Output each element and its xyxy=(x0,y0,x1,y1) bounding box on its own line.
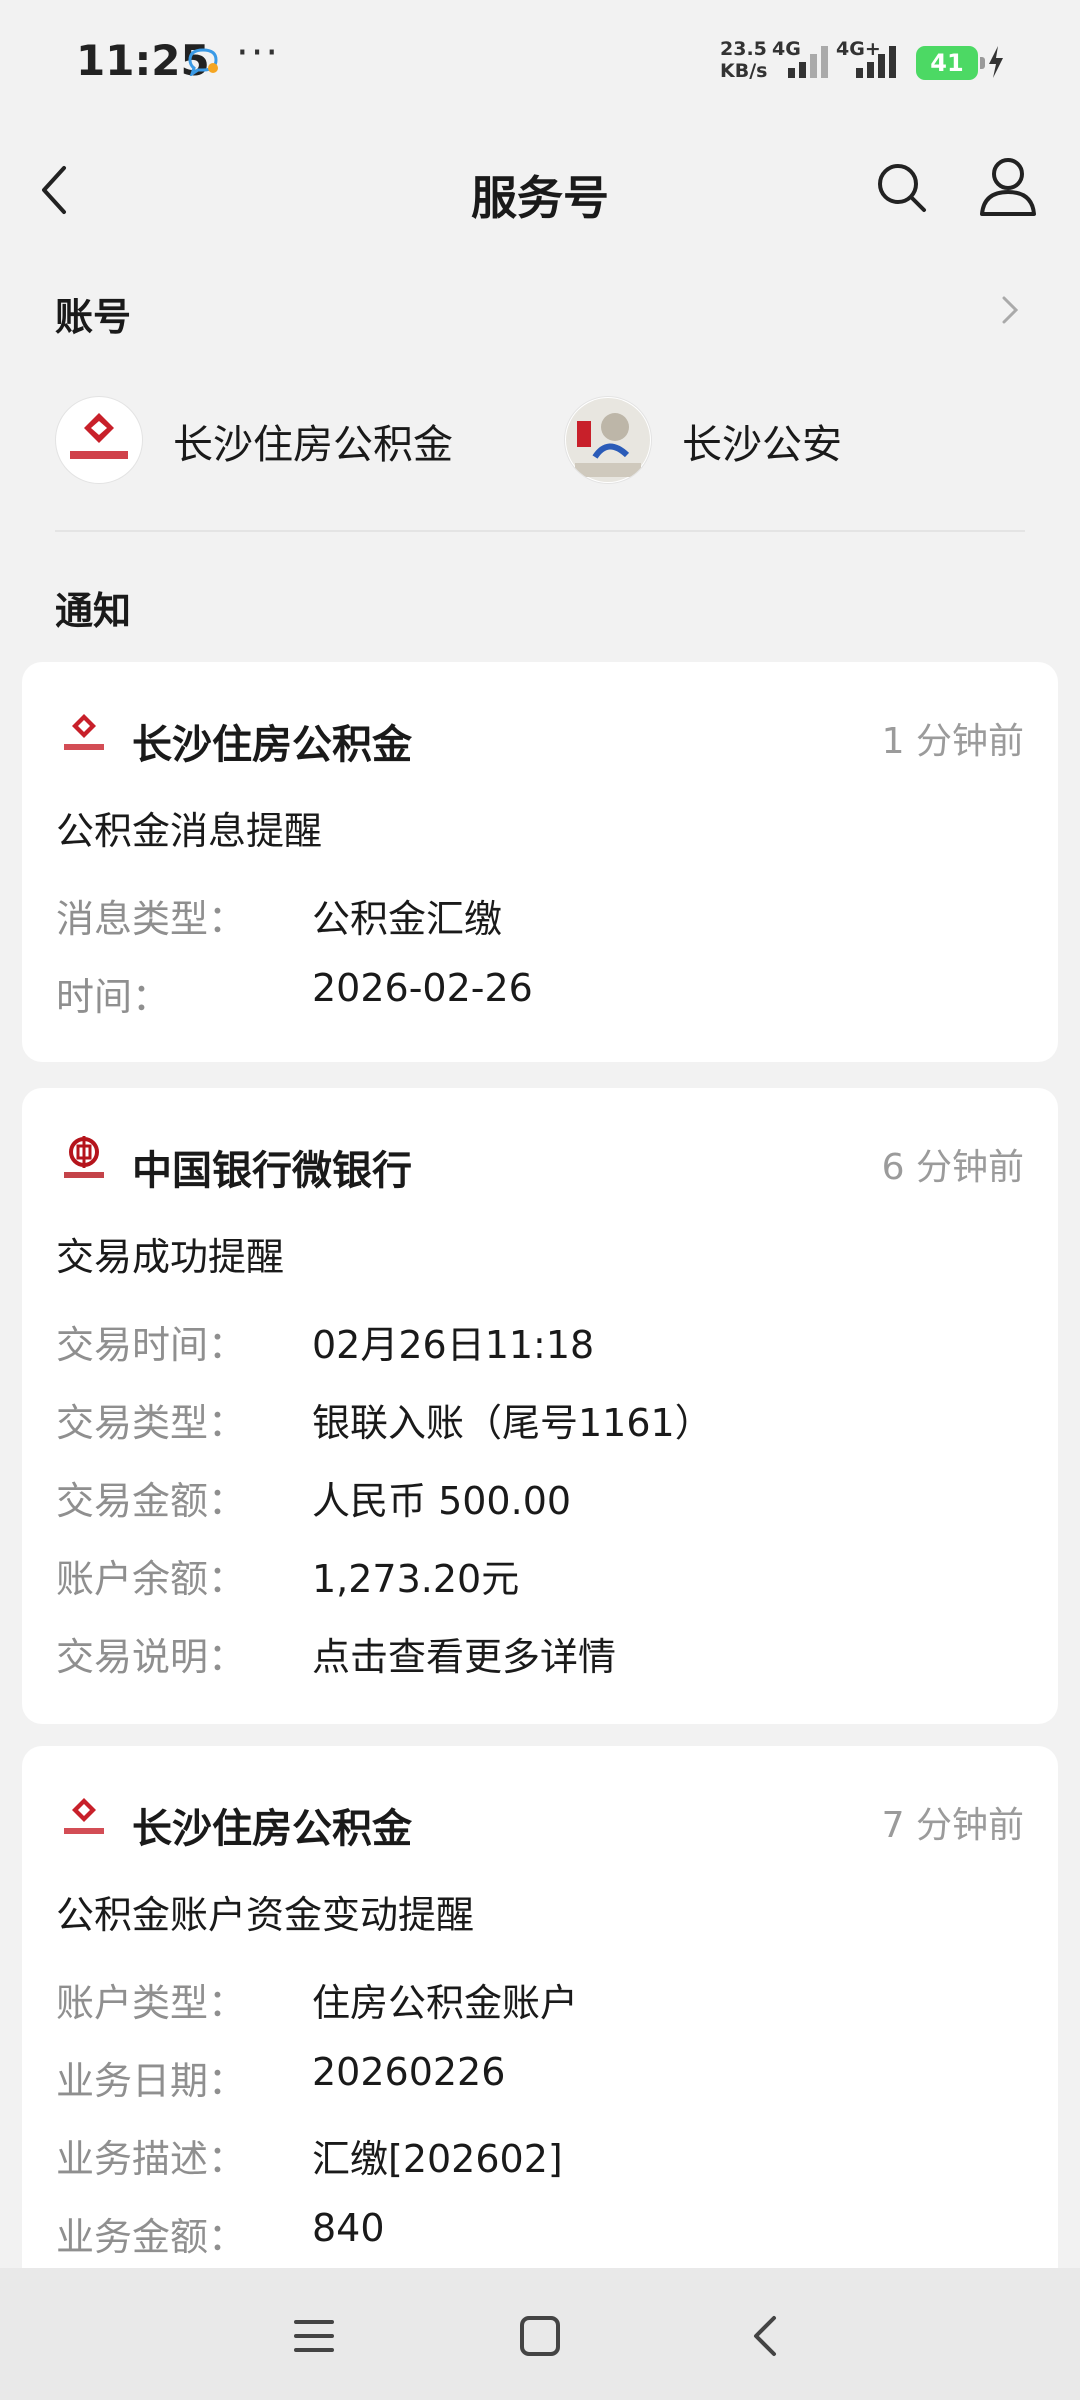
field-value: 住房公积金账户 xyxy=(312,1981,579,2025)
field-label: 交易类型： xyxy=(56,1401,247,1445)
field-value: 840 xyxy=(312,2206,385,2250)
search-icon[interactable] xyxy=(872,158,932,218)
network-speed: 23.5 KB/s xyxy=(720,38,768,82)
notice-card[interactable]: 长沙住房公积金 7 分钟前 公积金账户资金变动提醒 账户类型： 住房公积金账户 … xyxy=(22,1746,1058,2306)
housing-fund-logo-icon xyxy=(55,396,143,484)
field-value: 02月26日11:18 xyxy=(312,1323,595,1367)
chat-bubble-icon xyxy=(188,48,218,76)
field-label: 业务金额： xyxy=(56,2215,247,2259)
notice-sender: 长沙住房公积金 xyxy=(132,1806,412,1852)
system-nav-bar xyxy=(0,2268,1080,2400)
field-label: 账户余额： xyxy=(56,1557,247,1601)
field-value[interactable]: 点击查看更多详情 xyxy=(312,1626,616,1681)
notices-heading: 通知 xyxy=(55,589,132,633)
field-value: 银联入账（尾号1161） xyxy=(312,1401,713,1445)
account-name: 长沙住房公积金 xyxy=(173,422,453,468)
field-label: 账户类型： xyxy=(56,1981,247,2025)
home-icon[interactable] xyxy=(510,2306,570,2366)
battery-indicator: 41 xyxy=(916,46,985,80)
account-housing-fund[interactable]: 长沙住房公积金 xyxy=(55,396,495,484)
menu-icon[interactable] xyxy=(284,2306,344,2366)
notice-card[interactable]: 中国银行微银行 6 分钟前 交易成功提醒 交易时间： 02月26日11:18 交… xyxy=(22,1088,1058,1724)
notice-time: 1 分钟前 xyxy=(881,721,1024,762)
field-label: 消息类型： xyxy=(56,897,247,941)
more-notifications-icon: ··· xyxy=(236,30,281,76)
field-label: 交易时间： xyxy=(56,1323,247,1367)
signal-1-icon xyxy=(788,46,828,78)
account-police[interactable]: 长沙公安 xyxy=(564,396,964,484)
field-value: 2026-02-26 xyxy=(312,966,533,1010)
account-name: 长沙公安 xyxy=(682,422,842,468)
chevron-right-icon[interactable] xyxy=(996,290,1024,330)
section-divider xyxy=(55,530,1025,532)
police-logo-icon xyxy=(564,396,652,484)
field-label: 交易说明： xyxy=(56,1635,247,1679)
housing-fund-logo-icon xyxy=(64,1798,104,1834)
charging-icon xyxy=(989,46,1003,78)
top-nav: 服务号 xyxy=(0,140,1080,240)
field-label: 业务日期： xyxy=(56,2059,247,2103)
back-icon[interactable] xyxy=(736,2306,796,2366)
notice-title: 交易成功提醒 xyxy=(56,1235,285,1279)
field-label: 业务描述： xyxy=(56,2137,247,2181)
notice-sender: 长沙住房公积金 xyxy=(132,722,412,768)
field-label: 交易金额： xyxy=(56,1479,247,1523)
field-value: 汇缴[202602] xyxy=(312,2137,563,2181)
accounts-heading: 账号 xyxy=(55,295,132,339)
notice-title: 公积金账户资金变动提醒 xyxy=(56,1893,475,1937)
notice-time: 6 分钟前 xyxy=(881,1147,1024,1188)
notice-card[interactable]: 长沙住房公积金 1 分钟前 公积金消息提醒 消息类型： 公积金汇缴 时间： 20… xyxy=(22,662,1058,1062)
notice-title: 公积金消息提醒 xyxy=(56,809,323,853)
field-value: 公积金汇缴 xyxy=(312,897,503,941)
field-value: 1,273.20元 xyxy=(312,1557,520,1601)
notice-time: 7 分钟前 xyxy=(881,1805,1024,1846)
housing-fund-logo-icon xyxy=(64,714,104,750)
bank-of-china-logo-icon xyxy=(64,1136,104,1178)
status-bar: 11:25 ··· 23.5 KB/s 4G 4G+ 41 xyxy=(0,0,1080,120)
field-label: 时间： xyxy=(56,975,171,1019)
user-profile-icon[interactable] xyxy=(976,154,1040,220)
signal-2-icon xyxy=(856,46,896,78)
field-value: 人民币 500.00 xyxy=(312,1479,572,1523)
field-value: 20260226 xyxy=(312,2050,506,2094)
notice-sender: 中国银行微银行 xyxy=(132,1148,412,1194)
